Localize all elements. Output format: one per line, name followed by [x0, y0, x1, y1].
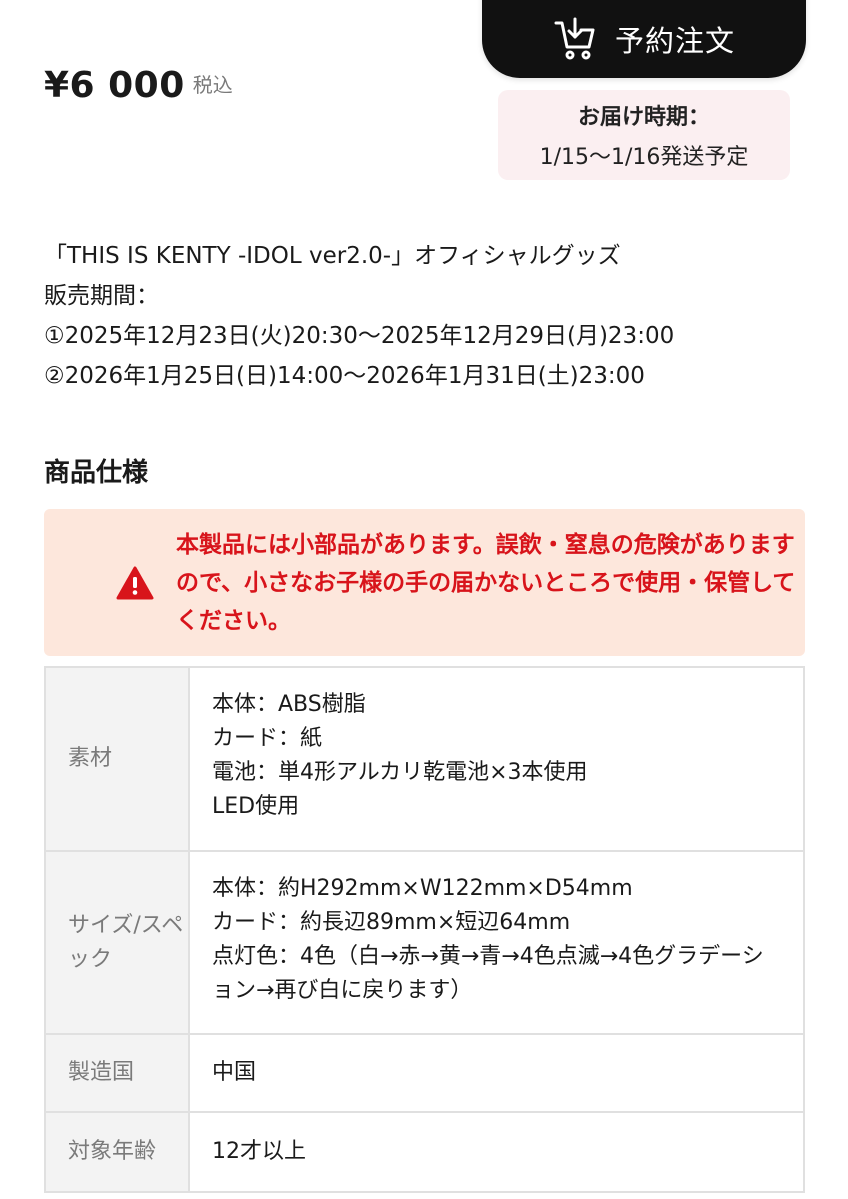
spec-value-line: 中国 [212, 1060, 257, 1085]
spec-value-line: 点灯色：4色（白→赤→黄→青→4色点滅→4色グラデーション→再び白に戻ります） [212, 944, 764, 1003]
warning-icon [116, 566, 154, 600]
spec-value-line: 本体：約H292mm×W122mm×D54mm [212, 876, 633, 901]
description-line: ②2026年1月25日(日)14:00〜2026年1月31日(土)23:00 [44, 363, 645, 389]
delivery-period-label: お届け時期： [577, 105, 710, 130]
spec-value-line: LED使用 [212, 794, 300, 819]
spec-value-line: 本体：ABS樹脂 [212, 692, 366, 717]
spec-key-material: 素材 [46, 668, 190, 850]
spec-value-size: 本体：約H292mm×W122mm×D54mm カード：約長辺89mm×短辺64… [190, 852, 803, 1033]
delivery-period-box: お届け時期： 1/15〜1/16発送予定 [498, 90, 790, 180]
spec-section-title: 商品仕様 [44, 458, 149, 488]
table-row: サイズ/スペック 本体：約H292mm×W122mm×D54mm カード：約長辺… [44, 850, 805, 1033]
spec-key-age: 対象年齢 [46, 1113, 190, 1191]
table-row: 素材 本体：ABS樹脂 カード：紙 電池：単4形アルカリ乾電池×3本使用 LED… [44, 666, 805, 850]
spec-key-country: 製造国 [46, 1035, 190, 1111]
tax-included-label: 税込 [192, 73, 233, 97]
table-row: 製造国 中国 [44, 1033, 805, 1111]
delivery-period-value: 1/15〜1/16発送予定 [539, 145, 749, 170]
spec-value-material: 本体：ABS樹脂 カード：紙 電池：単4形アルカリ乾電池×3本使用 LED使用 [190, 668, 803, 850]
spec-value-line: カード：紙 [212, 726, 323, 751]
description-line: ①2025年12月23日(火)20:30〜2025年12月29日(月)23:00 [44, 323, 675, 349]
spec-value-country: 中国 [190, 1035, 803, 1111]
price-amount: ¥6 000 [44, 65, 185, 106]
small-parts-warning: 本製品には小部品があります。誤飲・窒息の危険がありますので、小さなお子様の手の届… [44, 509, 805, 656]
reserve-order-label: 予約注文 [614, 24, 735, 58]
spec-key-size: サイズ/スペック [46, 852, 190, 1033]
spec-value-line: カード：約長辺89mm×短辺64mm [212, 910, 571, 935]
product-description: 「THIS IS KENTY -IDOL ver2.0-」オフィシャルグッズ 販… [44, 236, 824, 396]
price-block: ¥6 000 税込 [44, 60, 233, 106]
cart-download-icon [553, 17, 597, 61]
spec-table: 素材 本体：ABS樹脂 カード：紙 電池：単4形アルカリ乾電池×3本使用 LED… [44, 666, 805, 1193]
table-row: 対象年齢 12才以上 [44, 1111, 805, 1193]
warning-text: 本製品には小部品があります。誤飲・窒息の危険がありますので、小さなお子様の手の届… [176, 531, 796, 634]
description-line: 「THIS IS KENTY -IDOL ver2.0-」オフィシャルグッズ [44, 243, 621, 269]
spec-value-line: 12才以上 [212, 1139, 306, 1164]
product-page: 予約注文 ¥6 000 税込 お届け時期： 1/15〜1/16発送予定 「THI… [0, 0, 848, 1199]
spec-value-age: 12才以上 [190, 1113, 803, 1191]
description-line: 販売期間： [44, 283, 159, 309]
spec-value-line: 電池：単4形アルカリ乾電池×3本使用 [212, 760, 588, 785]
reserve-order-button[interactable]: 予約注文 [482, 0, 806, 78]
